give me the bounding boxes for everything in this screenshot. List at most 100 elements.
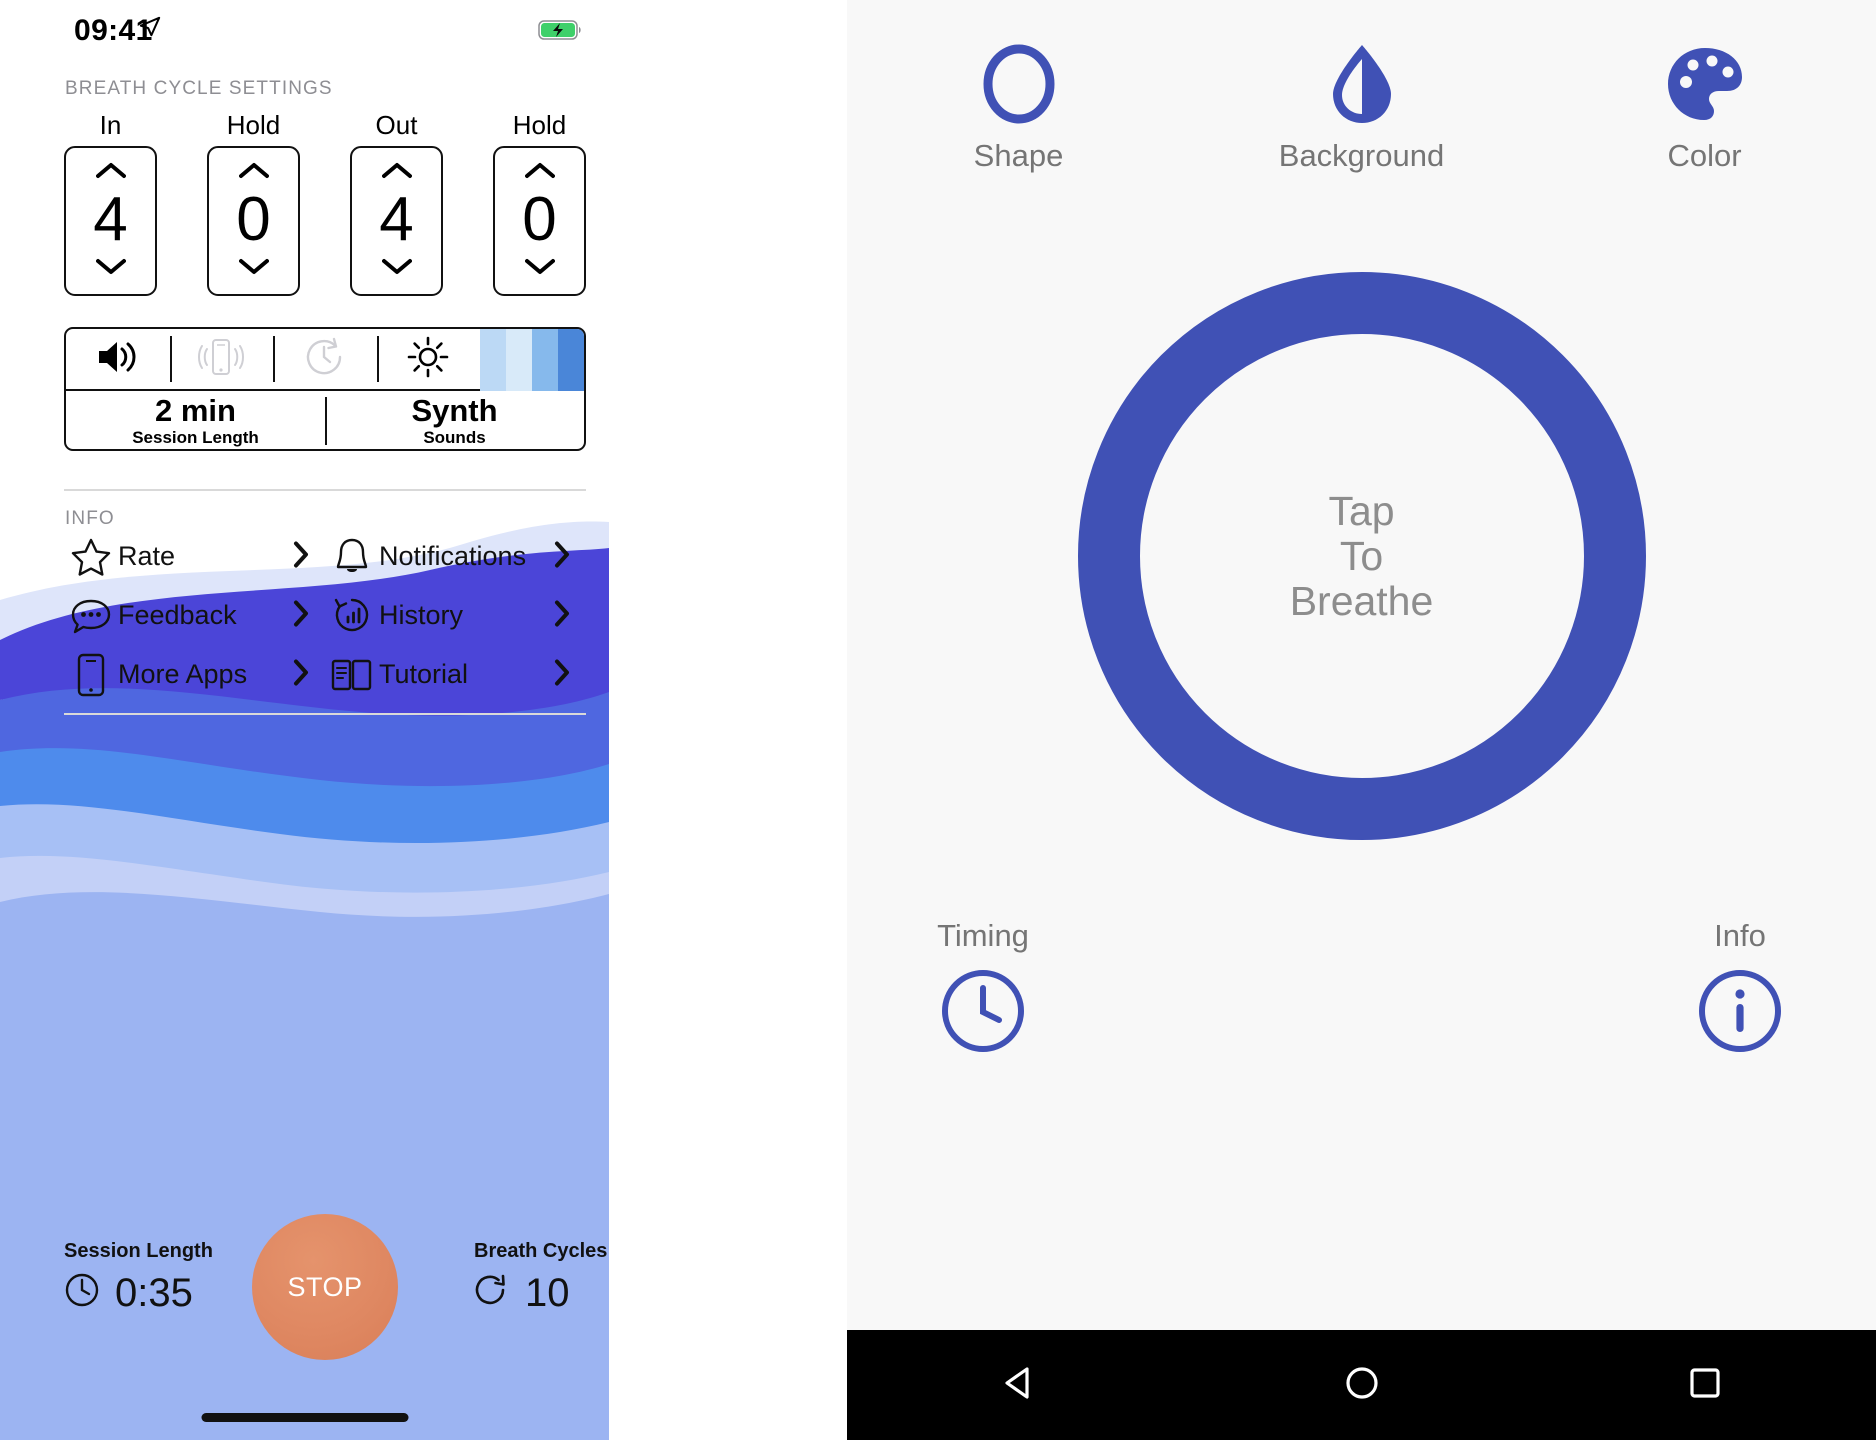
speaker-on-icon: [95, 338, 141, 381]
stepper-box[interactable]: 0: [207, 146, 300, 296]
chevron-up-icon[interactable]: [352, 162, 441, 184]
chevron-down-icon[interactable]: [66, 258, 155, 280]
stepper-value: 4: [379, 184, 414, 254]
sounds-setting[interactable]: Synth Sounds: [325, 391, 584, 449]
clock-icon: [64, 1272, 100, 1313]
divider-above-info: [64, 489, 586, 491]
stepper-caption: Out: [375, 110, 418, 140]
timing-button[interactable]: Timing: [895, 918, 1071, 1059]
info-item-label: Notifications: [379, 541, 527, 571]
info-item-more-apps[interactable]: More Apps: [64, 645, 325, 704]
playback-settings-card: 2 min Session Length Synth Sounds: [64, 327, 586, 451]
breath-ring-button[interactable]: Tap To Breathe: [1077, 272, 1646, 840]
screenshot-stage: 09:41 BREATH CYCLE SETTINGS In 4 Hold 0 …: [0, 0, 1876, 1440]
tool-background[interactable]: Background: [1190, 38, 1533, 198]
color-swatch-4[interactable]: [558, 329, 584, 391]
nav-recents-button[interactable]: [1645, 1330, 1765, 1440]
info-item-history[interactable]: History: [325, 586, 586, 645]
vibration-toggle[interactable]: [169, 329, 274, 389]
sounds-label: Sounds: [423, 428, 486, 447]
info-button[interactable]: Info: [1652, 918, 1828, 1059]
chevron-up-icon[interactable]: [209, 162, 298, 184]
chevron-down-icon[interactable]: [495, 258, 584, 280]
session-length-value: 2 min: [155, 393, 236, 428]
breath-cycles-stat: Breath Cycles 10: [474, 1240, 607, 1313]
info-item-label: Tutorial: [379, 659, 469, 689]
info-item-tutorial[interactable]: Tutorial: [325, 645, 586, 704]
chevron-right-icon: [293, 658, 309, 691]
breath-ring-text: Tap To Breathe: [1289, 487, 1434, 624]
stop-button-label: STOP: [287, 1271, 363, 1302]
android-phone-screen: Shape Background Color Tap To Breathe Ti…: [847, 0, 1876, 1440]
bell-icon: [325, 537, 379, 577]
stepper-caption: Hold: [512, 110, 567, 140]
divider-below-info: [64, 713, 586, 715]
top-tool-row: Shape Background Color: [847, 38, 1876, 198]
ios-phone-screen: 09:41 BREATH CYCLE SETTINGS In 4 Hold 0 …: [0, 0, 609, 1440]
palette-icon: [1664, 38, 1746, 130]
clock-icon: [940, 968, 1026, 1059]
speaker-on-toggle[interactable]: [66, 329, 170, 389]
ring-text-line-3: Breathe: [1289, 577, 1434, 624]
tool-color[interactable]: Color: [1533, 38, 1876, 198]
chevron-up-icon[interactable]: [495, 162, 584, 184]
stepper-in: In 4: [64, 110, 157, 296]
color-swatch-2[interactable]: [506, 329, 532, 391]
stepper-value: 0: [236, 184, 271, 254]
color-swatch-1[interactable]: [480, 329, 506, 391]
stepper-value: 4: [93, 184, 128, 254]
location-arrow-icon: [139, 16, 161, 43]
toggle-row: [66, 329, 584, 391]
tool-shape[interactable]: Shape: [847, 38, 1190, 198]
color-swatch-3[interactable]: [532, 329, 558, 391]
chevron-right-icon: [554, 540, 570, 573]
tool-label: Shape: [973, 138, 1064, 173]
android-nav-bar: [847, 1330, 1876, 1440]
countdown-toggle[interactable]: [273, 329, 377, 389]
timing-label: Timing: [937, 918, 1029, 953]
ring-text-line-1: Tap: [1328, 487, 1395, 534]
breath-cycle-stepper-group: In 4 Hold 0 Out 4 Hold 0: [64, 110, 586, 296]
stepper-box[interactable]: 4: [64, 146, 157, 296]
stop-button[interactable]: STOP: [252, 1214, 398, 1360]
stepper-box[interactable]: 4: [350, 146, 443, 296]
session-status-panel: Session Length 0:35 STOP Breath Cycles 1…: [0, 1196, 609, 1440]
session-length-setting[interactable]: 2 min Session Length: [66, 391, 325, 449]
ios-status-bar: 09:41: [0, 0, 609, 62]
bottom-tool-row: Timing Info: [847, 918, 1876, 1078]
info-item-feedback[interactable]: Feedback: [64, 586, 325, 645]
chevron-up-icon[interactable]: [66, 162, 155, 184]
brightness-sun-icon: [407, 336, 449, 383]
droplet-half-icon: [1325, 38, 1399, 130]
stepper-out: Out 4: [350, 110, 443, 296]
android-content-area: Shape Background Color Tap To Breathe Ti…: [847, 0, 1876, 1110]
vibration-icon: [196, 337, 246, 382]
session-length-stat: Session Length 0:35: [64, 1240, 213, 1313]
stepper-value: 0: [522, 184, 557, 254]
chevron-down-icon[interactable]: [352, 258, 441, 280]
screen-gap: [609, 0, 847, 1440]
chevron-down-icon[interactable]: [209, 258, 298, 280]
info-item-notifications[interactable]: Notifications: [325, 527, 586, 586]
stepper-caption: In: [99, 110, 122, 140]
nav-back-button[interactable]: [959, 1330, 1079, 1440]
nav-home-button[interactable]: [1302, 1330, 1422, 1440]
color-swatch-strip[interactable]: [480, 329, 584, 391]
session-length-stat-value: 0:35: [115, 1270, 193, 1315]
stepper-box[interactable]: 0: [493, 146, 586, 296]
circle-home-icon: [1340, 1361, 1384, 1410]
tool-label: Color: [1667, 138, 1742, 173]
settings-value-row: 2 min Session Length Synth Sounds: [66, 391, 584, 449]
square-recents-icon: [1683, 1361, 1727, 1410]
battery-charging-icon: [538, 18, 584, 47]
info-row-3: More Apps Tutorial: [64, 645, 586, 704]
info-row-1: Rate Notifications: [64, 527, 586, 586]
circle-outline-icon: [981, 38, 1057, 130]
chevron-right-icon: [554, 658, 570, 691]
breath-cycle-settings-label: BREATH CYCLE SETTINGS: [65, 78, 333, 99]
stepper-hold-2: Hold 0: [493, 110, 586, 296]
chevron-right-icon: [554, 599, 570, 632]
brightness-toggle[interactable]: [376, 329, 481, 389]
home-indicator[interactable]: [201, 1413, 408, 1422]
info-item-rate[interactable]: Rate: [64, 527, 325, 586]
